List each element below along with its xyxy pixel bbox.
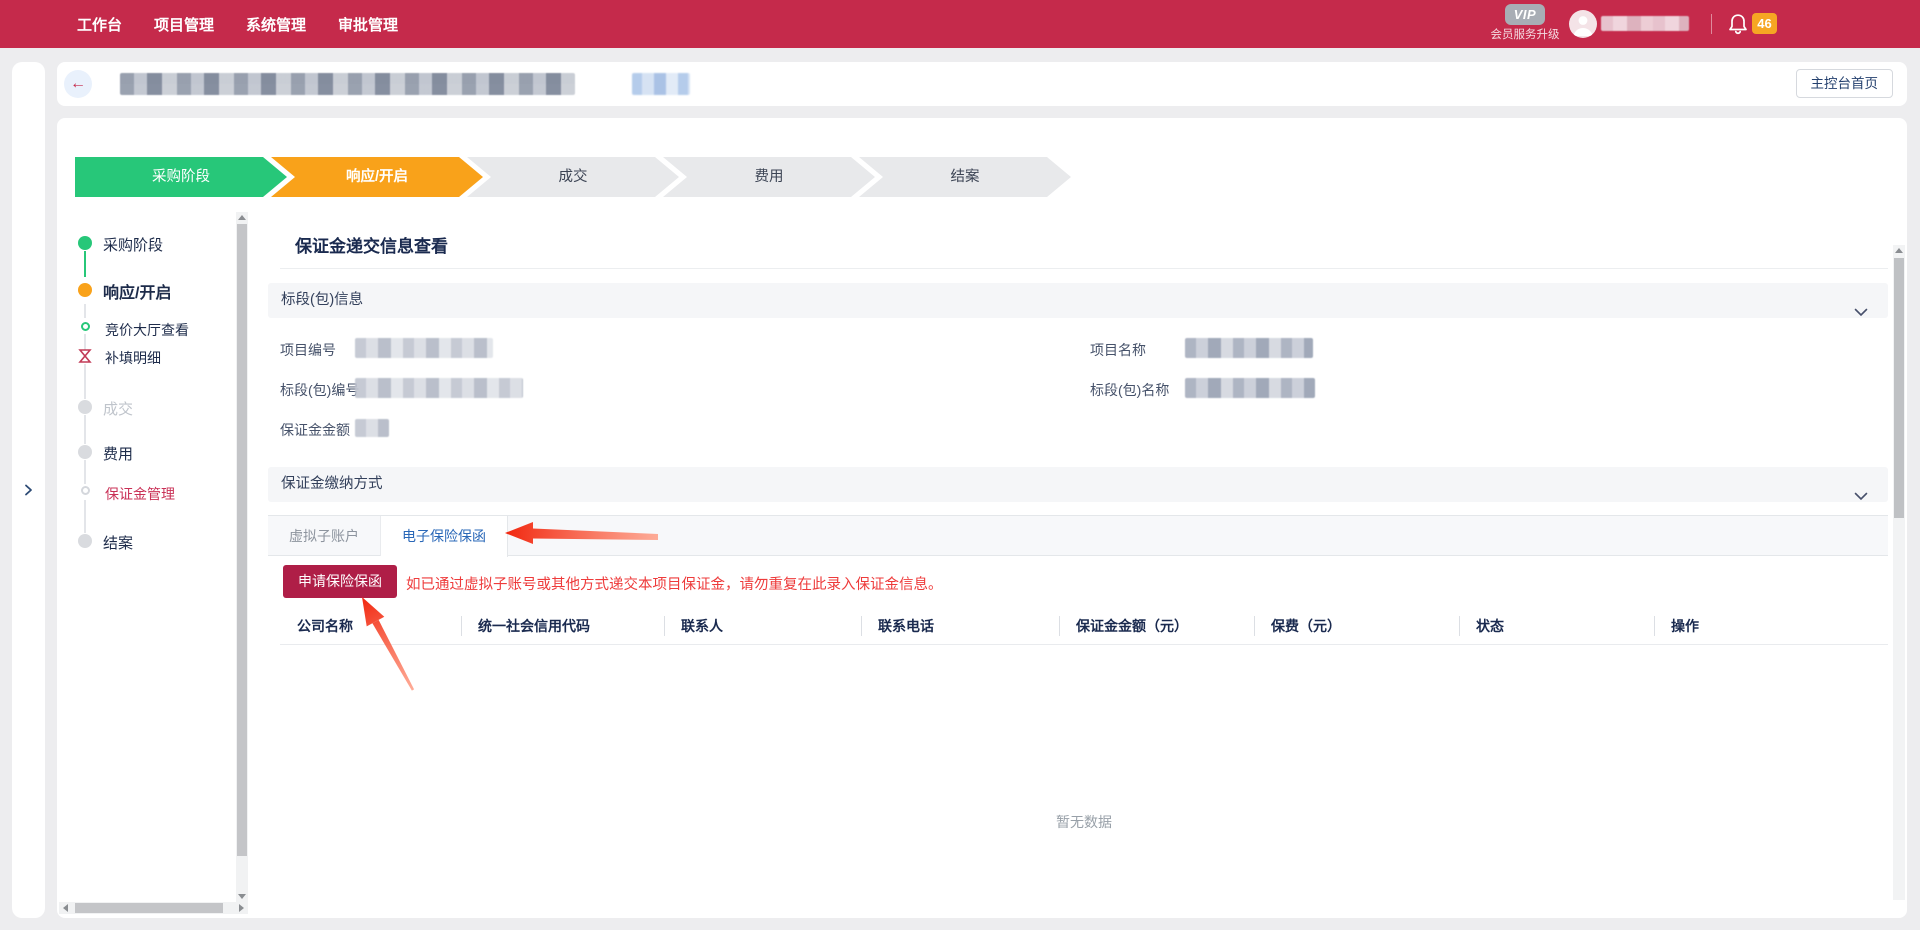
step-fee[interactable]: 费用	[663, 157, 875, 197]
page-title: 保证金递交信息查看	[295, 232, 448, 257]
step-procurement[interactable]: 采购阶段	[75, 157, 287, 197]
nav-item-approval-management[interactable]: 审批管理	[338, 14, 398, 35]
col-status: 状态	[1459, 608, 1654, 644]
project-title-redacted	[120, 73, 575, 95]
timeline-connector	[84, 415, 86, 444]
col-contact-phone: 联系电话	[861, 608, 1059, 644]
timeline-connector	[84, 500, 86, 533]
stage-step-bar: 采购阶段 响应/开启 成交 费用 结案	[75, 157, 1071, 197]
scroll-up-arrow-icon[interactable]	[1895, 248, 1903, 253]
project-tag-redacted	[632, 73, 690, 95]
package-name-value-redacted	[1185, 378, 1315, 398]
user-name-redacted	[1601, 16, 1689, 31]
col-contact-person: 联系人	[664, 608, 861, 644]
ring-todo-icon	[81, 486, 90, 495]
ring-done-icon	[81, 322, 90, 331]
sidebar-item-fill-details[interactable]: 补填明细	[105, 348, 161, 368]
collapse-chevron-down-icon[interactable]	[1854, 296, 1868, 331]
col-deposit-amount: 保证金金额（元）	[1059, 608, 1254, 644]
dot-todo-icon	[78, 534, 92, 548]
nav-item-system-management[interactable]: 系统管理	[246, 14, 306, 35]
package-no-value-redacted	[355, 378, 523, 398]
section-title: 保证金缴纳方式	[281, 476, 383, 492]
dot-done-icon	[78, 236, 92, 250]
scrollbar-thumb[interactable]	[237, 224, 247, 856]
sidebar-item-fee[interactable]: 费用	[103, 443, 133, 464]
col-actions: 操作	[1654, 608, 1888, 644]
sidebar-vertical-scrollbar[interactable]	[236, 212, 248, 902]
timeline-connector	[84, 304, 86, 318]
sidebar-item-procurement[interactable]: 采购阶段	[103, 234, 163, 255]
section-payment-method: 保证金缴纳方式	[268, 467, 1888, 502]
deposit-amount-value-redacted	[355, 419, 389, 437]
back-button[interactable]: ←	[64, 70, 92, 98]
collapse-chevron-down-icon[interactable]	[1854, 480, 1868, 515]
sidebar-item-deposit-management[interactable]: 保证金管理	[105, 484, 175, 504]
sidebar-item-deal[interactable]: 成交	[103, 398, 133, 419]
col-premium: 保费（元）	[1254, 608, 1459, 644]
step-deal[interactable]: 成交	[467, 157, 679, 197]
dot-current-icon	[78, 283, 92, 297]
project-no-label: 项目编号	[280, 340, 336, 360]
scroll-left-arrow-icon[interactable]	[63, 904, 68, 912]
section-package-info: 标段(包)信息	[268, 283, 1888, 318]
project-name-label: 项目名称	[1090, 340, 1146, 360]
page-header-card: ← 主控台首页	[57, 62, 1907, 106]
expand-panel-chevron-icon[interactable]	[20, 482, 36, 498]
dot-todo-icon	[78, 400, 92, 414]
package-name-label: 标段(包)名称	[1090, 380, 1169, 400]
guarantee-table-header: 公司名称 统一社会信用代码 联系人 联系电话 保证金金额（元） 保费（元） 状态…	[280, 608, 1888, 645]
main-menu: 工作台 项目管理 系统管理 审批管理	[77, 0, 398, 48]
nav-divider	[1711, 14, 1712, 34]
step-response-open[interactable]: 响应/开启	[271, 157, 483, 197]
timeline-connector	[84, 460, 86, 484]
divider	[280, 268, 1888, 269]
collapsed-side-rail	[12, 62, 45, 918]
sidebar-item-bidding-hall[interactable]: 竞价大厅查看	[105, 320, 189, 340]
sidebar-item-response-open[interactable]: 响应/开启	[103, 279, 171, 303]
scroll-down-arrow-icon[interactable]	[238, 894, 246, 899]
console-home-button[interactable]: 主控台首页	[1796, 69, 1894, 98]
col-credit-code: 统一社会信用代码	[461, 608, 664, 644]
dot-todo-icon	[78, 445, 92, 459]
project-name-value-redacted	[1185, 338, 1313, 358]
nav-item-workbench[interactable]: 工作台	[77, 14, 122, 35]
apply-insurance-guarantee-button[interactable]: 申请保险保函	[283, 565, 397, 598]
tab-virtual-sub-account[interactable]: 虚拟子账户	[268, 516, 381, 556]
scroll-up-arrow-icon[interactable]	[238, 215, 246, 220]
notification-count-badge[interactable]: 46	[1752, 13, 1777, 34]
section-title: 标段(包)信息	[281, 292, 363, 308]
notification-bell-icon[interactable]	[1727, 12, 1749, 36]
hourglass-pending-icon	[78, 348, 92, 364]
nav-item-project-management[interactable]: 项目管理	[154, 14, 214, 35]
duplicate-deposit-warning: 如已通过虚拟子账号或其他方式递交本项目保证金，请勿重复在此录入保证金信息。	[406, 573, 943, 594]
person-icon	[1569, 10, 1597, 38]
main-content-card: 采购阶段 响应/开启 成交 费用 结案 采购阶段 响应/开启 竞价大厅查看 补填…	[57, 118, 1907, 918]
timeline-connector	[84, 251, 86, 277]
project-no-value-redacted	[355, 338, 493, 358]
vip-upgrade[interactable]: VIP 会员服务升级	[1489, 4, 1561, 42]
vip-caption: 会员服务升级	[1489, 26, 1561, 42]
tab-electronic-insurance-guarantee[interactable]: 电子保险保函	[381, 516, 508, 557]
content-vertical-scrollbar[interactable]	[1893, 245, 1905, 900]
empty-table-placeholder: 暂无数据	[280, 812, 1888, 832]
vip-icon: VIP	[1505, 4, 1545, 25]
step-close[interactable]: 结案	[859, 157, 1071, 197]
package-no-label: 标段(包)编号	[280, 380, 359, 400]
scroll-right-arrow-icon[interactable]	[239, 904, 244, 912]
scrollbar-thumb[interactable]	[75, 903, 223, 913]
payment-method-tabs: 虚拟子账户 电子保险保函	[268, 515, 1888, 556]
timeline-connector	[84, 364, 86, 399]
scrollbar-thumb[interactable]	[1894, 258, 1904, 518]
col-company-name: 公司名称	[280, 608, 461, 644]
sidebar-item-close[interactable]: 结案	[103, 532, 133, 553]
deposit-amount-label: 保证金金额	[280, 420, 350, 440]
user-avatar[interactable]	[1569, 10, 1597, 38]
sidebar-horizontal-scrollbar[interactable]	[59, 902, 248, 914]
top-navbar: 工作台 项目管理 系统管理 审批管理 VIP 会员服务升级 46	[0, 0, 1920, 48]
